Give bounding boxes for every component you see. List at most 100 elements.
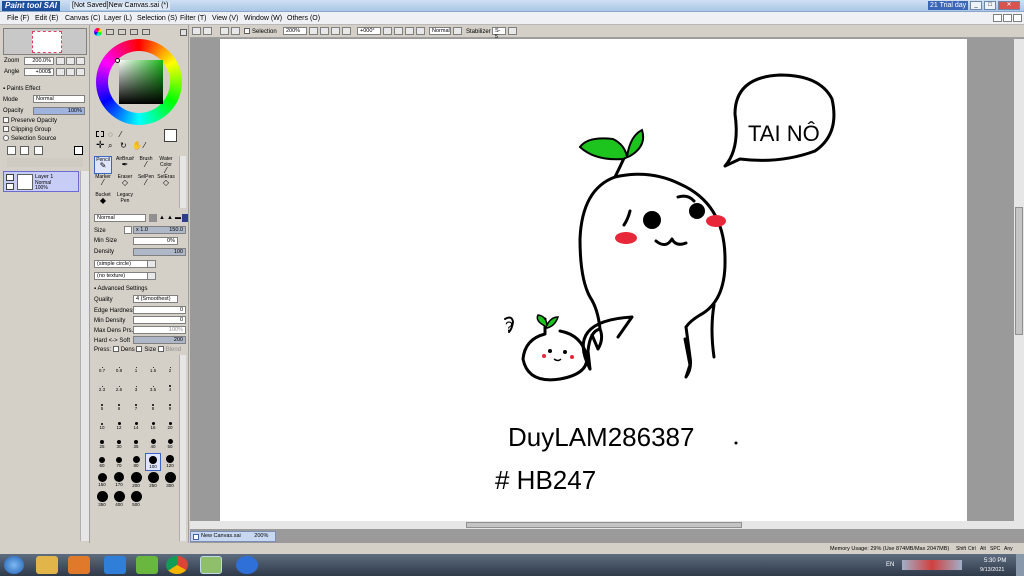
stabilizer-dropdown-icon[interactable] (508, 27, 517, 35)
stabilizer-select[interactable]: S-5 (492, 27, 506, 40)
panel-menu-icon[interactable] (180, 29, 187, 36)
lasso-icon[interactable]: ◌ (108, 130, 113, 139)
texture-options-button[interactable] (147, 272, 156, 280)
zoom-out-button[interactable] (56, 57, 65, 65)
tool-legacy-pen[interactable]: Legacy Pen (116, 192, 134, 210)
blend-select[interactable]: Normal (429, 27, 451, 35)
zoom-select[interactable]: 200% (283, 27, 307, 35)
brush-shape-options-button[interactable] (147, 260, 156, 268)
view-toggle-icon[interactable] (192, 27, 201, 35)
flip-horizontal-icon[interactable] (416, 27, 425, 35)
brush-size-cell[interactable]: 170 (111, 472, 127, 490)
brush-size-cell[interactable]: 9 (162, 396, 178, 414)
paint-tool-sai-icon[interactable] (200, 556, 222, 574)
invert-select-icon[interactable] (231, 27, 240, 35)
navigator-preview[interactable] (3, 28, 87, 55)
zalo-icon[interactable] (236, 556, 258, 574)
brush-size-cell[interactable]: 25 (94, 434, 110, 452)
deselect-icon[interactable] (220, 27, 229, 35)
menu-others[interactable]: Others (O) (287, 14, 320, 23)
color-picker-cursor[interactable] (115, 58, 120, 63)
hand-icon[interactable]: ✋ (132, 141, 142, 150)
color-wheel-tab-icon[interactable] (94, 28, 102, 36)
brush-size-cell[interactable]: 7 (128, 396, 144, 414)
zoom-icon[interactable]: ⌕ (108, 141, 112, 151)
brush-size-cell[interactable]: 60 (94, 453, 110, 471)
tool-eraser[interactable]: Eraser ◇ (116, 174, 134, 192)
quality-select[interactable]: 4 (Smoothest) (133, 295, 178, 303)
blend-mode-select[interactable]: Normal (94, 214, 146, 222)
brush-size-cell[interactable]: 120 (162, 453, 178, 471)
media-player-icon[interactable] (68, 556, 90, 574)
tip-shape-square-icon[interactable] (182, 214, 188, 222)
press-density-checkbox[interactable] (112, 346, 119, 353)
tip-shape-soft-icon[interactable]: ▲ (159, 215, 165, 221)
menu-view[interactable]: View (V) (212, 14, 238, 23)
menu-canvas[interactable]: Canvas (C) (65, 14, 100, 23)
zoom-fit-icon[interactable] (342, 27, 351, 35)
start-button[interactable] (4, 556, 24, 574)
menu-layer[interactable]: Layer (L) (104, 14, 132, 23)
drawing-canvas[interactable]: TAI NÔ ? DuyLAM286387 # HB247 (220, 39, 967, 521)
hsv-slider-tab-icon[interactable] (118, 29, 126, 35)
brush-size-cell[interactable]: 350 (94, 491, 110, 509)
brush-lock-icon[interactable] (6, 183, 14, 190)
brush-size-cell[interactable]: 500 (128, 491, 144, 509)
menu-selection[interactable]: Selection (S) (137, 14, 177, 23)
edge-hardness-slider[interactable]: 0 (133, 306, 186, 314)
menu-filter[interactable]: Filter (T) (180, 14, 206, 23)
zoom-out-icon[interactable] (320, 27, 329, 35)
zoom-field[interactable]: 200.0% (24, 57, 54, 65)
internet-explorer-icon[interactable] (104, 556, 126, 574)
show-desktop-button[interactable] (1016, 554, 1024, 576)
rotate-left-button[interactable] (56, 68, 65, 76)
tool-brush[interactable]: Brush ⁄ (137, 156, 155, 174)
doc-minimize-button[interactable] (993, 14, 1002, 22)
brush-size-scrollbar[interactable] (179, 355, 186, 541)
tool-seleras[interactable]: SelEras ◇ (157, 174, 175, 192)
advanced-settings-header[interactable]: ▪ Advanced Settings (94, 285, 148, 293)
brush-size-cell[interactable]: 35 (128, 434, 144, 452)
maximize-button[interactable]: □ (984, 1, 996, 10)
magic-wand-icon[interactable]: ⁄ (120, 130, 121, 139)
clock-date[interactable]: 9/13/2021 (980, 566, 1004, 574)
document-tab[interactable]: New Canvas.sai 200% (190, 531, 276, 542)
tool-marker[interactable]: Marker ⁄ (94, 174, 112, 192)
brush-size-cell[interactable]: 1 (128, 358, 144, 376)
tool-scrollbar[interactable] (179, 156, 186, 208)
brush-size-cell[interactable]: 200 (128, 472, 144, 490)
brush-size-cell[interactable]: 70 (111, 453, 127, 471)
vertical-scroll-thumb[interactable] (1015, 207, 1023, 335)
size-slider[interactable]: x 1.0 150.0 (133, 226, 186, 234)
chrome-icon[interactable] (166, 556, 188, 574)
move-icon[interactable]: ✛ (96, 141, 104, 151)
brush-size-cell[interactable]: 400 (111, 491, 127, 509)
view-mode-icon[interactable] (203, 27, 212, 35)
mode-select[interactable]: Normal (33, 95, 85, 103)
brush-size-cell[interactable]: 1.5 (145, 358, 161, 376)
brush-size-cell[interactable]: 150 (94, 472, 110, 490)
tool-bucket[interactable]: Bucket ◆ (94, 192, 112, 210)
zoom-dropdown-icon[interactable] (309, 27, 318, 35)
brush-size-cell[interactable]: 0.8 (111, 358, 127, 376)
color-square[interactable] (119, 60, 163, 104)
brush-size-cell[interactable]: 16 (145, 415, 161, 433)
tool-pencil[interactable]: Pencil ✎ (94, 156, 112, 174)
min-size-slider[interactable]: 0% (133, 237, 178, 245)
swatch-tab-icon[interactable] (130, 29, 138, 35)
brush-size-cell[interactable]: 300 (162, 472, 178, 490)
brush-size-cell[interactable]: 2.6 (111, 377, 127, 395)
selection-source-checkbox[interactable]: Selection Source (3, 135, 56, 143)
scratchpad-tab-icon[interactable] (142, 29, 150, 35)
flip-button[interactable] (76, 68, 85, 76)
menu-file[interactable]: File (F) (7, 14, 29, 23)
brush-size-cell[interactable]: 12 (111, 415, 127, 433)
brush-size-cell[interactable]: 100 (145, 453, 161, 471)
tip-shape-hard-icon[interactable]: ▬ (175, 215, 181, 221)
brush-size-cell[interactable]: 3 (128, 377, 144, 395)
selection-toggle[interactable]: Selection (244, 28, 277, 36)
brush-size-cell[interactable]: 250 (145, 472, 161, 490)
density-slider[interactable]: 100 (133, 248, 186, 256)
rectangle-select-icon[interactable] (96, 131, 104, 137)
hard-soft-slider[interactable]: 200 (133, 336, 186, 344)
